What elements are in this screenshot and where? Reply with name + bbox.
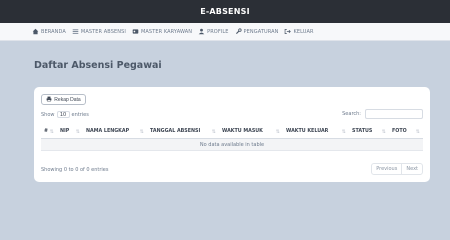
table-empty-row: No data available in table — [41, 139, 423, 151]
search-label: Search: — [342, 111, 361, 117]
column-header-waktu-keluar[interactable]: WAKTU KELUAR ⇅ — [283, 125, 349, 138]
sort-icon: ⇅ — [415, 128, 420, 135]
page-title: Daftar Absensi Pegawai — [34, 60, 162, 71]
sort-icon: ⇅ — [341, 128, 346, 135]
nav-item-label: MASTER ABSENSI — [80, 28, 126, 35]
nav-item-label: MASTER KARYAWAN — [140, 28, 193, 35]
nav-item-pengaturan[interactable]: PENGATURAN — [235, 28, 279, 35]
nav-item-master-absensi[interactable]: MASTER ABSENSI — [72, 28, 126, 35]
column-header-status[interactable]: STATUS ⇅ — [349, 125, 389, 138]
list-icon — [72, 28, 79, 35]
previous-page-button[interactable]: Previous — [372, 164, 401, 174]
nav-item-beranda[interactable]: BERANDA — [32, 28, 66, 35]
user-icon — [198, 28, 205, 35]
printer-icon — [46, 96, 52, 104]
empty-message: No data available in table — [199, 141, 265, 148]
nav-item-label: KELUAR — [293, 28, 314, 35]
nav-item-master-karyawan[interactable]: MASTER KARYAWAN — [132, 28, 192, 35]
app-header: E-ABSENSI — [0, 0, 450, 23]
column-header-number[interactable]: # ⇅ — [41, 125, 57, 138]
nav-item-keluar[interactable]: KELUAR — [284, 28, 314, 35]
logout-icon — [284, 28, 292, 35]
page-length-control: Show 10 entries — [41, 111, 89, 118]
sort-icon: ⇅ — [75, 128, 80, 135]
nav-item-profile[interactable]: PROFILE — [198, 28, 228, 35]
next-page-button[interactable]: Next — [401, 164, 422, 174]
search-input[interactable] — [365, 109, 423, 119]
show-suffix: entries — [71, 111, 89, 118]
nav-item-label: PROFILE — [207, 28, 229, 35]
sort-icon: ⇅ — [275, 128, 280, 135]
rekap-data-label: Rekap Data — [54, 96, 81, 103]
table-search: Search: — [342, 109, 423, 119]
column-header-tanggal-absensi[interactable]: TANGGAL ABSENSI ⇅ — [147, 125, 219, 138]
table-header: # ⇅ NIP ⇅ NAMA LENGKAP ⇅ TANGGAL ABSENSI ⇅ W… — [41, 125, 423, 139]
nav-item-label: BERANDA — [41, 28, 66, 35]
nav-item-label: PENGATURAN — [243, 28, 279, 35]
show-prefix: Show — [41, 111, 55, 118]
sort-icon: ⇅ — [49, 128, 54, 135]
app-title: E-ABSENSI — [200, 7, 250, 16]
entries-select[interactable]: 10 — [56, 111, 70, 118]
pagination: Previous Next — [371, 163, 423, 175]
column-header-foto[interactable]: FOTO ⇅ — [389, 125, 423, 138]
rekap-data-button[interactable]: Rekap Data — [41, 94, 86, 105]
sort-icon: ⇅ — [211, 128, 216, 135]
wrench-icon — [235, 28, 242, 35]
column-header-waktu-masuk[interactable]: WAKTU MASUK ⇅ — [219, 125, 283, 138]
main-nav: BERANDA MASTER ABSENSI MASTER KARYAWAN P… — [0, 23, 450, 41]
id-card-icon — [132, 28, 139, 35]
column-header-nama-lengkap[interactable]: NAMA LENGKAP ⇅ — [83, 125, 147, 138]
home-icon — [32, 28, 39, 35]
table-info: Showing 0 to 0 of 0 entries — [41, 167, 109, 173]
sort-icon: ⇅ — [139, 128, 144, 135]
sort-icon: ⇅ — [381, 128, 386, 135]
attendance-card: Rekap Data Show 10 entries Search: # ⇅ NI… — [34, 87, 430, 182]
column-header-nip[interactable]: NIP ⇅ — [57, 125, 83, 138]
